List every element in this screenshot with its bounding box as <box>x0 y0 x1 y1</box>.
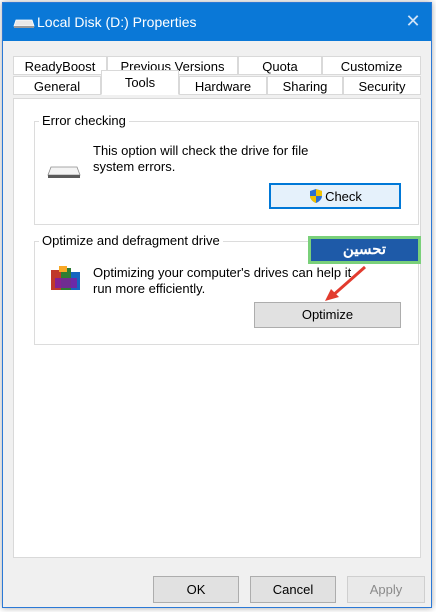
uac-shield-icon <box>310 189 323 203</box>
tab-quota[interactable]: Quota <box>238 56 322 75</box>
tab-strip: ReadyBoost Previous Versions Quota Custo… <box>13 56 421 98</box>
error-checking-title: Error checking <box>39 113 129 128</box>
tab-readyboost[interactable]: ReadyBoost <box>13 56 107 75</box>
defrag-icon <box>51 266 80 290</box>
cancel-button[interactable]: Cancel <box>250 576 336 603</box>
optimize-button[interactable]: Optimize <box>254 302 401 328</box>
tab-security[interactable]: Security <box>343 76 421 95</box>
window-title: Local Disk (D:) Properties <box>37 14 197 30</box>
check-button[interactable]: Check <box>269 183 401 209</box>
annotation-label: تحسين <box>308 236 421 264</box>
red-arrow-icon <box>325 265 366 301</box>
tab-sharing[interactable]: Sharing <box>267 76 343 95</box>
tab-hardware[interactable]: Hardware <box>179 76 267 95</box>
error-checking-description: This option will check the drive for fil… <box>93 143 309 174</box>
properties-window: Local Disk (D:) Properties ✕ ReadyBoost … <box>2 2 432 608</box>
hard-drive-icon <box>47 166 81 178</box>
tab-tools[interactable]: Tools <box>101 70 179 95</box>
ok-button[interactable]: OK <box>153 576 239 603</box>
tab-general[interactable]: General <box>13 76 101 95</box>
check-button-label: Check <box>325 189 362 204</box>
apply-button[interactable]: Apply <box>347 576 425 603</box>
close-icon[interactable]: ✕ <box>403 11 423 31</box>
tab-customize[interactable]: Customize <box>322 56 421 75</box>
optimize-title: Optimize and defragment drive <box>39 233 223 248</box>
drive-icon <box>13 19 35 28</box>
title-bar[interactable]: Local Disk (D:) Properties ✕ <box>3 3 431 41</box>
